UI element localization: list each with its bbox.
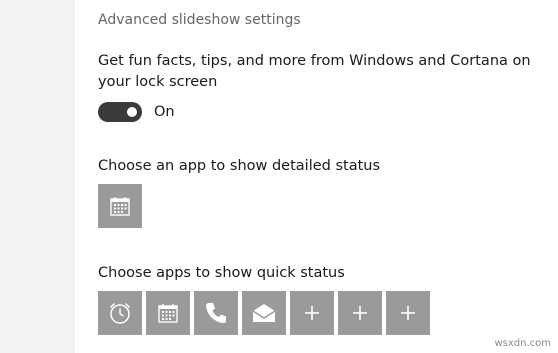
advanced-slideshow-settings-link[interactable]: Advanced slideshow settings xyxy=(98,12,301,28)
quick-status-add-button-3[interactable] xyxy=(386,291,430,335)
phone-icon xyxy=(206,303,226,323)
quick-status-add-button-2[interactable] xyxy=(338,291,382,335)
watermark: wsxdn.com xyxy=(494,338,551,349)
quick-status-phone-button[interactable] xyxy=(194,291,238,335)
toggle-knob xyxy=(127,107,137,117)
calendar-icon xyxy=(110,197,130,216)
fun-facts-setting-label: Get fun facts, tips, and more from Windo… xyxy=(98,53,531,90)
alarm-clock-icon xyxy=(109,302,131,324)
plus-icon xyxy=(353,306,367,320)
plus-icon xyxy=(305,306,319,320)
mail-icon xyxy=(252,304,276,322)
calendar-icon xyxy=(158,304,178,323)
quick-status-label: Choose apps to show quick status xyxy=(98,265,345,281)
quick-status-mail-button[interactable] xyxy=(242,291,286,335)
fun-facts-toggle[interactable] xyxy=(98,102,142,122)
detailed-status-label: Choose an app to show detailed status xyxy=(98,158,381,174)
plus-icon xyxy=(401,306,415,320)
toggle-state-label: On xyxy=(154,104,175,120)
settings-content: Advanced slideshow settings Get fun fact… xyxy=(75,0,558,353)
navigation-pane xyxy=(0,0,75,353)
quick-status-add-button-1[interactable] xyxy=(290,291,334,335)
detailed-status-app-button[interactable] xyxy=(98,184,142,228)
quick-status-calendar-button[interactable] xyxy=(146,291,190,335)
quick-status-alarms-button[interactable] xyxy=(98,291,142,335)
